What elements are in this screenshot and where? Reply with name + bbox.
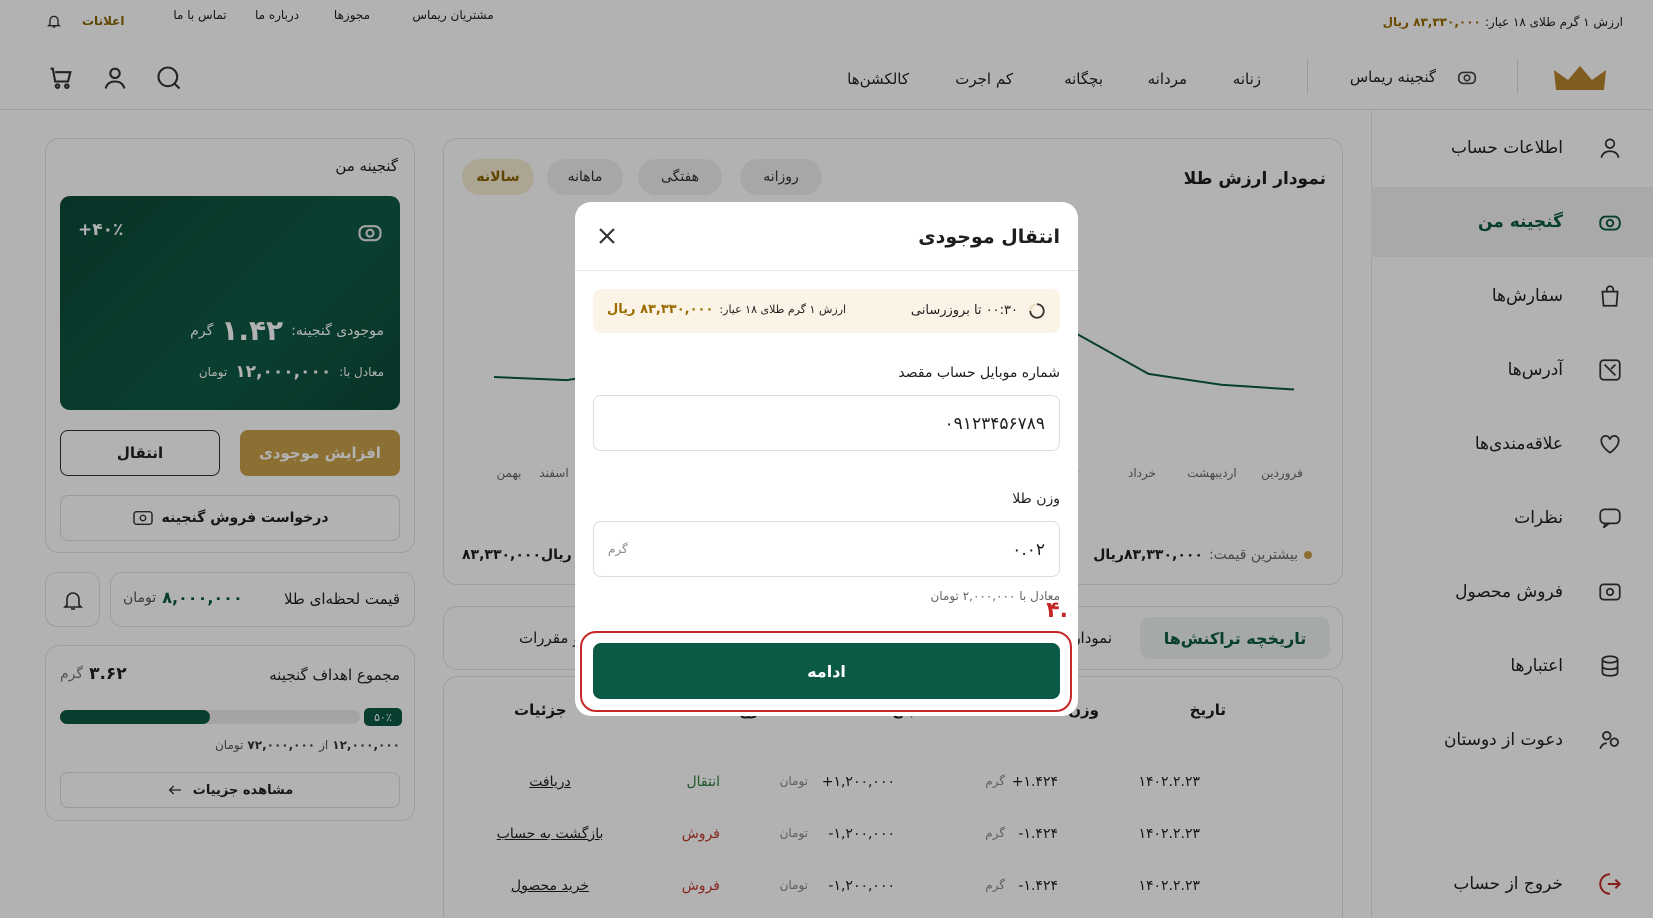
modal-divider	[575, 270, 1078, 271]
weight-equivalent: معادل با ۲,۰۰۰,۰۰۰ تومان	[930, 589, 1060, 603]
modal-price-value: ۸۳,۳۳۰,۰۰۰ ریال	[607, 302, 714, 317]
refresh-timer: ۰۰:۳۰ تا بروزرسانی	[910, 303, 1018, 318]
modal-gold-price: ارزش ۱ گرم طلای ۱۸ عیار: ۸۳,۳۳۰,۰۰۰ ریال	[607, 302, 846, 317]
phone-input[interactable]: ۰۹۱۲۳۴۵۶۷۸۹	[593, 395, 1060, 451]
transfer-balance-modal: انتقال موجودی ۰۰:۳۰ تا بروزرسانی ارزش ۱ …	[575, 202, 1078, 716]
step-marker: ۴.	[1046, 598, 1068, 623]
phone-field-label: شماره موبایل حساب مقصد	[898, 365, 1060, 381]
weight-input-value: ۰.۰۲	[1012, 540, 1045, 560]
modal-price-label: ارزش ۱ گرم طلای ۱۸ عیار:	[719, 303, 847, 316]
modal-title: انتقال موجودی	[918, 226, 1060, 248]
weight-field-label: وزن طلا	[1012, 491, 1060, 507]
close-icon[interactable]	[595, 224, 619, 248]
phone-input-value: ۰۹۱۲۳۴۵۶۷۸۹	[944, 414, 1045, 434]
weight-unit: گرم	[608, 542, 628, 556]
refresh-timer-icon	[1029, 303, 1045, 319]
weight-input[interactable]: ۰.۰۲ گرم	[593, 521, 1060, 577]
continue-button[interactable]: ادامه	[593, 643, 1060, 699]
price-info-box: ۰۰:۳۰ تا بروزرسانی ارزش ۱ گرم طلای ۱۸ عی…	[593, 289, 1060, 333]
